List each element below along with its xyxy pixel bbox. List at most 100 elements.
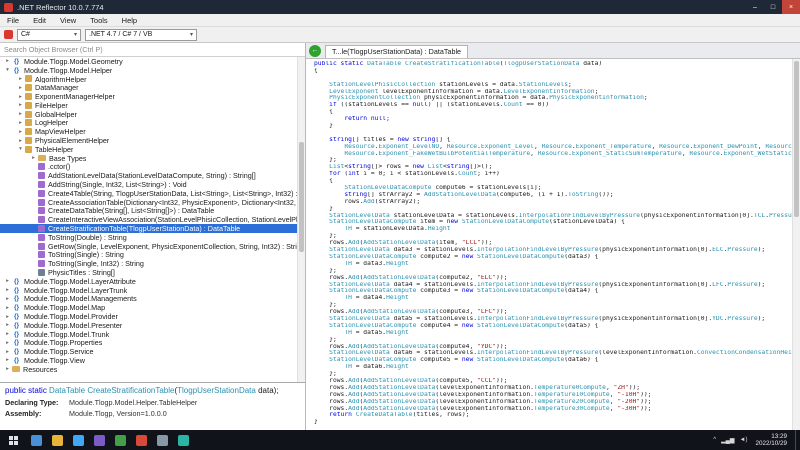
tree-item[interactable]: ▸{}Module.Tlogp.Model.Managements: [0, 295, 297, 304]
tree-item[interactable]: AddString(Single, Int32, List<String>) :…: [0, 180, 297, 189]
search-input[interactable]: [0, 43, 305, 56]
expander-icon[interactable]: ▸: [3, 357, 12, 363]
expander-icon[interactable]: ▸: [16, 129, 25, 135]
expander-icon[interactable]: ▸: [3, 287, 12, 293]
expander-icon[interactable]: ▸: [16, 120, 25, 126]
tree-item[interactable]: ▾TableHelper: [0, 145, 297, 154]
close-button[interactable]: ×: [782, 0, 800, 14]
tree-item[interactable]: CreateInteractiveViewAssociation(Station…: [0, 215, 297, 224]
tree-item[interactable]: ▸MapViewHelper: [0, 127, 297, 136]
taskbar-app-5-icon[interactable]: [115, 435, 126, 446]
expander-icon[interactable]: ▸: [3, 278, 12, 284]
object-browser-tree[interactable]: ▸{}Module.Tlogp.Model.Geometry▾{}Module.…: [0, 57, 297, 382]
tree-item[interactable]: ▸{}Module.Tlogp.Service: [0, 347, 297, 356]
tree-item[interactable]: ▸{}Module.Tlogp.Model.Trunk: [0, 330, 297, 339]
menu-help[interactable]: Help: [115, 16, 144, 25]
start-button[interactable]: [0, 430, 26, 450]
expander-icon[interactable]: ▸: [16, 85, 25, 91]
taskbar-clock[interactable]: 13:29 2022/10/29: [752, 433, 790, 447]
network-icon[interactable]: ▂▄▆: [721, 437, 734, 444]
code-scrollbar-thumb[interactable]: [794, 61, 799, 217]
tree-item[interactable]: ▸{}Module.Tlogp.View: [0, 356, 297, 365]
tree-scrollbar[interactable]: [297, 57, 305, 382]
expander-icon[interactable]: ▾: [3, 67, 12, 73]
tree-item[interactable]: GetRow(Single, LevelExponent, PhysicExpo…: [0, 242, 297, 251]
expander-icon[interactable]: ▸: [3, 322, 12, 328]
method-icon: [38, 181, 45, 188]
code-line: };: [314, 233, 792, 240]
tree-item[interactable]: ▸FileHelper: [0, 101, 297, 110]
expander-icon[interactable]: ▸: [3, 58, 12, 64]
taskbar-app-4-icon[interactable]: [94, 435, 105, 446]
expander-icon[interactable]: ▸: [3, 366, 12, 372]
menu-tools[interactable]: Tools: [83, 16, 115, 25]
expander-icon[interactable]: ▸: [3, 305, 12, 311]
tree-item[interactable]: ToString(Single) : String: [0, 251, 297, 260]
code-view[interactable]: public static DataTable CreateStratifica…: [306, 59, 792, 430]
menu-view[interactable]: View: [53, 16, 83, 25]
tree-item[interactable]: ▸AlgorithmHelper: [0, 75, 297, 84]
tree-item[interactable]: ▸LogHelper: [0, 119, 297, 128]
expander-icon[interactable]: ▸: [16, 111, 25, 117]
tree-item[interactable]: ▸DataManager: [0, 83, 297, 92]
language-select[interactable]: C# ▾: [17, 29, 81, 41]
expander-icon[interactable]: ▸: [16, 76, 25, 82]
tab-disassembly[interactable]: T...le(TlogpUserStationData) : DataTable: [325, 45, 468, 58]
tree-item[interactable]: ▸Resources: [0, 365, 297, 374]
tree-item[interactable]: ▸PhysicalElementHelper: [0, 136, 297, 145]
tree-scrollbar-thumb[interactable]: [299, 142, 304, 253]
tree-item[interactable]: CreateStratificationTable(TlogpUserStati…: [0, 224, 297, 233]
tree-item[interactable]: CreateDataTable(String[], List<String[]>…: [0, 207, 297, 216]
folder-icon: [12, 366, 20, 372]
code-line: StationLevelData data4 = stationLevels.I…: [314, 282, 792, 289]
tree-item[interactable]: AddStationLevelData(StationLevelDataComp…: [0, 171, 297, 180]
expander-icon[interactable]: ▸: [3, 296, 12, 302]
tree-item[interactable]: Create4Table(String, TlogpUserStationDat…: [0, 189, 297, 198]
taskbar-app-6-icon[interactable]: [136, 435, 147, 446]
tree-item[interactable]: ▸{}Module.Tlogp.Properties: [0, 339, 297, 348]
expander-icon[interactable]: ▸: [29, 155, 38, 161]
expander-icon[interactable]: ▸: [16, 94, 25, 100]
tree-item[interactable]: ▸{}Module.Tlogp.Model.LayerTrunk: [0, 286, 297, 295]
tree-item[interactable]: ▸ExponentManagerHelper: [0, 92, 297, 101]
menu-file[interactable]: File: [0, 16, 26, 25]
expander-icon[interactable]: ▾: [16, 146, 25, 152]
language-select-value: C#: [21, 31, 71, 38]
menu-edit[interactable]: Edit: [26, 16, 53, 25]
taskbar-app-3-icon[interactable]: [73, 435, 84, 446]
expander-icon[interactable]: ▸: [3, 340, 12, 346]
minimize-button[interactable]: –: [746, 0, 764, 14]
tree-item[interactable]: ▸{}Module.Tlogp.Model.Provider: [0, 312, 297, 321]
tree-item[interactable]: ▸{}Module.Tlogp.Model.Geometry: [0, 57, 297, 66]
class-icon: [25, 146, 32, 153]
show-desktop-button[interactable]: [795, 430, 798, 450]
maximize-button[interactable]: □: [764, 0, 782, 14]
taskbar-app-8-icon[interactable]: [178, 435, 189, 446]
expander-icon[interactable]: ▸: [16, 138, 25, 144]
taskbar-app-2-icon[interactable]: [52, 435, 63, 446]
tree-item[interactable]: .cctor(): [0, 163, 297, 172]
back-button[interactable]: ←: [309, 45, 321, 57]
tree-item[interactable]: CreateAssociationTable(Dictionary<Int32,…: [0, 198, 297, 207]
tree-item[interactable]: ▸{}Module.Tlogp.Model.LayerAttribute: [0, 277, 297, 286]
tree-item[interactable]: PhysicTitles : String[]: [0, 268, 297, 277]
framework-select[interactable]: .NET 4.7 / C# 7 / VB ▾: [85, 29, 197, 41]
tray-chevron-icon[interactable]: ^: [713, 437, 716, 443]
tree-item[interactable]: ToString(Single, Int32) : String: [0, 259, 297, 268]
tree-item[interactable]: ▾{}Module.Tlogp.Model.Helper: [0, 66, 297, 75]
tree-item[interactable]: ▸Base Types: [0, 154, 297, 163]
taskbar-app-7-icon[interactable]: [157, 435, 168, 446]
tree-item[interactable]: ▸{}Module.Tlogp.Model.Map: [0, 303, 297, 312]
taskbar-app-1-icon[interactable]: [31, 435, 42, 446]
class-icon: [25, 111, 32, 118]
tree-item[interactable]: ▸GlobalHelper: [0, 110, 297, 119]
expander-icon[interactable]: ▸: [16, 102, 25, 108]
expander-icon[interactable]: ▸: [3, 314, 12, 320]
tree-item[interactable]: ▸{}Module.Tlogp.Model.Presenter: [0, 321, 297, 330]
code-line: StationLevelData data6 = stationLevels.I…: [314, 350, 792, 357]
expander-icon[interactable]: ▸: [3, 331, 12, 337]
volume-icon[interactable]: ◄): [740, 437, 748, 443]
code-scrollbar[interactable]: [792, 59, 800, 430]
tree-item[interactable]: ToString(Double) : String: [0, 233, 297, 242]
expander-icon[interactable]: ▸: [3, 349, 12, 355]
